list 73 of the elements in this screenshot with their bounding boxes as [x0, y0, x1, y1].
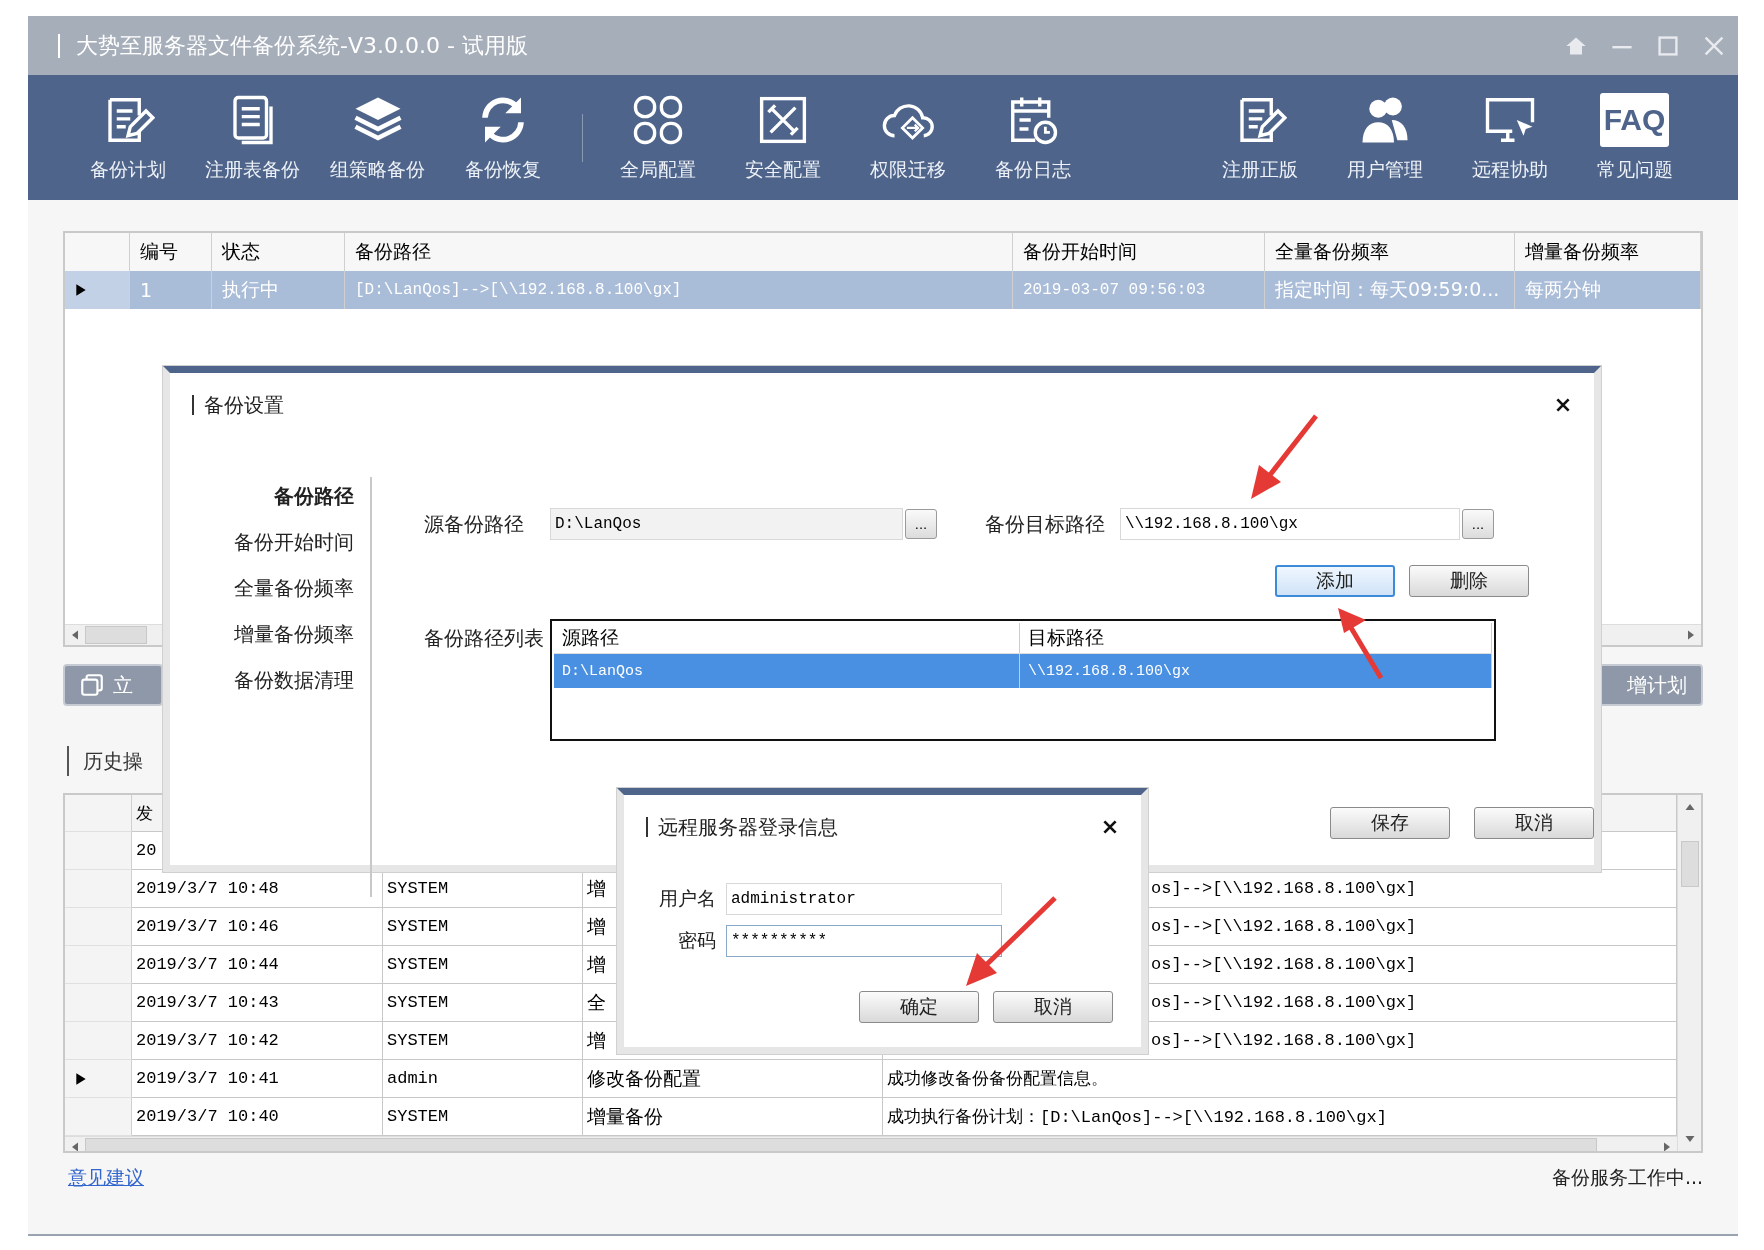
table-cell: 修改备份配置	[583, 1060, 883, 1098]
table-cell: 2019/3/7 10:42	[132, 1022, 383, 1060]
nav-item[interactable]: 全量备份频率	[234, 575, 354, 602]
table-cell: 成功修改备份备份配置信息。	[883, 1060, 1677, 1098]
toolbar-button[interactable]: 备份恢复	[440, 92, 565, 183]
toolbar-button[interactable]: 安全配置	[720, 92, 845, 183]
nav-item[interactable]: 备份开始时间	[234, 529, 354, 556]
table-cell: 指定时间：每天09:59:0...	[1265, 271, 1515, 309]
browse-button[interactable]: ...	[905, 509, 937, 539]
browse-button[interactable]: ...	[1462, 509, 1494, 539]
nav-item[interactable]: 备份数据清理	[234, 667, 354, 694]
toolbar-button[interactable]: 用户管理	[1322, 92, 1447, 183]
horizontal-scrollbar[interactable]	[65, 1136, 1677, 1151]
table-cell: D:\LanQos	[554, 654, 1020, 688]
table-cell: 2019/3/7 10:46	[132, 908, 383, 946]
column-header[interactable]: 源路径	[554, 623, 1020, 653]
cancel-button[interactable]: 取消	[993, 991, 1113, 1023]
target-path-field[interactable]: \\192.168.8.100\gx	[1120, 508, 1460, 540]
row-pointer-icon	[75, 1071, 87, 1086]
toolbar-button[interactable]: 全局配置	[595, 92, 720, 183]
password-field[interactable]: **********	[726, 925, 1002, 957]
ok-button[interactable]: 确定	[859, 991, 979, 1023]
feedback-link[interactable]: 意见建议	[68, 1165, 144, 1191]
save-button[interactable]: 保存	[1330, 807, 1450, 839]
scroll-thumb[interactable]	[85, 1138, 1597, 1151]
table-cell: 每两分钟	[1515, 271, 1701, 309]
toolbar-button[interactable]: 权限迁移	[845, 92, 970, 183]
dialog-title: 备份设置	[192, 395, 284, 415]
toolbar-button[interactable]: 注册正版	[1197, 92, 1322, 183]
table-cell: SYSTEM	[383, 908, 583, 946]
table-cell: SYSTEM	[383, 984, 583, 1022]
scroll-thumb[interactable]	[85, 626, 147, 644]
vertical-scrollbar[interactable]	[1677, 795, 1701, 1151]
window-title: 大势至服务器文件备份系统-V3.0.0.0 - 试用版	[58, 33, 528, 58]
toolbar-button[interactable]: 备份计划	[65, 92, 190, 183]
toolbar-button[interactable]: 组策略备份	[315, 92, 440, 183]
cancel-button[interactable]: 取消	[1474, 807, 1594, 839]
toolbar-button[interactable]: 备份日志	[970, 92, 1095, 183]
row-pointer-icon	[75, 283, 87, 297]
field-label: 用户名	[658, 886, 716, 911]
add-button[interactable]: 添加	[1275, 565, 1395, 597]
table-cell: 2019/3/7 10:44	[132, 946, 383, 984]
field-label: 备份目标路径	[985, 510, 1105, 538]
arrow	[1338, 608, 1384, 680]
field-label: 源备份路径	[424, 510, 525, 538]
faq-icon: FAQ	[1599, 92, 1670, 147]
nav-item[interactable]: 备份路径	[274, 483, 354, 510]
table-cell: admin	[383, 1060, 583, 1098]
table-cell: 2019-03-07 09:56:03	[1013, 271, 1265, 309]
status-text: 备份服务工作中...	[1551, 1165, 1703, 1190]
dialog-title: 远程服务器登录信息	[646, 817, 838, 837]
table-cell: SYSTEM	[383, 946, 583, 984]
table-cell: 2019/3/7 10:43	[132, 984, 383, 1022]
table-cell: 1	[130, 271, 212, 309]
table-cell: \\192.168.8.100\gx	[1020, 654, 1492, 688]
delete-button[interactable]: 删除	[1409, 565, 1529, 597]
source-path-field[interactable]: D:\LanQos	[550, 508, 903, 540]
toolbar-button[interactable]: 注册表备份	[190, 92, 315, 183]
field-label: 备份路径列表	[424, 625, 545, 652]
table-cell: 2019/3/7 10:41	[132, 1060, 383, 1098]
close-icon[interactable]	[1101, 818, 1119, 836]
table-cell: SYSTEM	[383, 1022, 583, 1060]
table-cell: [D:\LanQos]-->[\\192.168.8.100\gx]	[345, 271, 1013, 309]
nav-item[interactable]: 增量备份频率	[234, 621, 354, 648]
copy-icon	[79, 672, 105, 698]
row-header[interactable]	[65, 1060, 132, 1098]
toolbar-button[interactable]: 远程协助	[1447, 92, 1572, 183]
toolbar-button[interactable]: FAQ 常见问题	[1572, 92, 1697, 183]
table-cell: 执行中	[212, 271, 345, 309]
close-icon[interactable]	[1554, 396, 1572, 414]
username-field[interactable]: administrator	[726, 883, 1002, 915]
maximize-icon[interactable]	[1656, 33, 1680, 58]
scroll-thumb[interactable]	[1680, 841, 1699, 887]
